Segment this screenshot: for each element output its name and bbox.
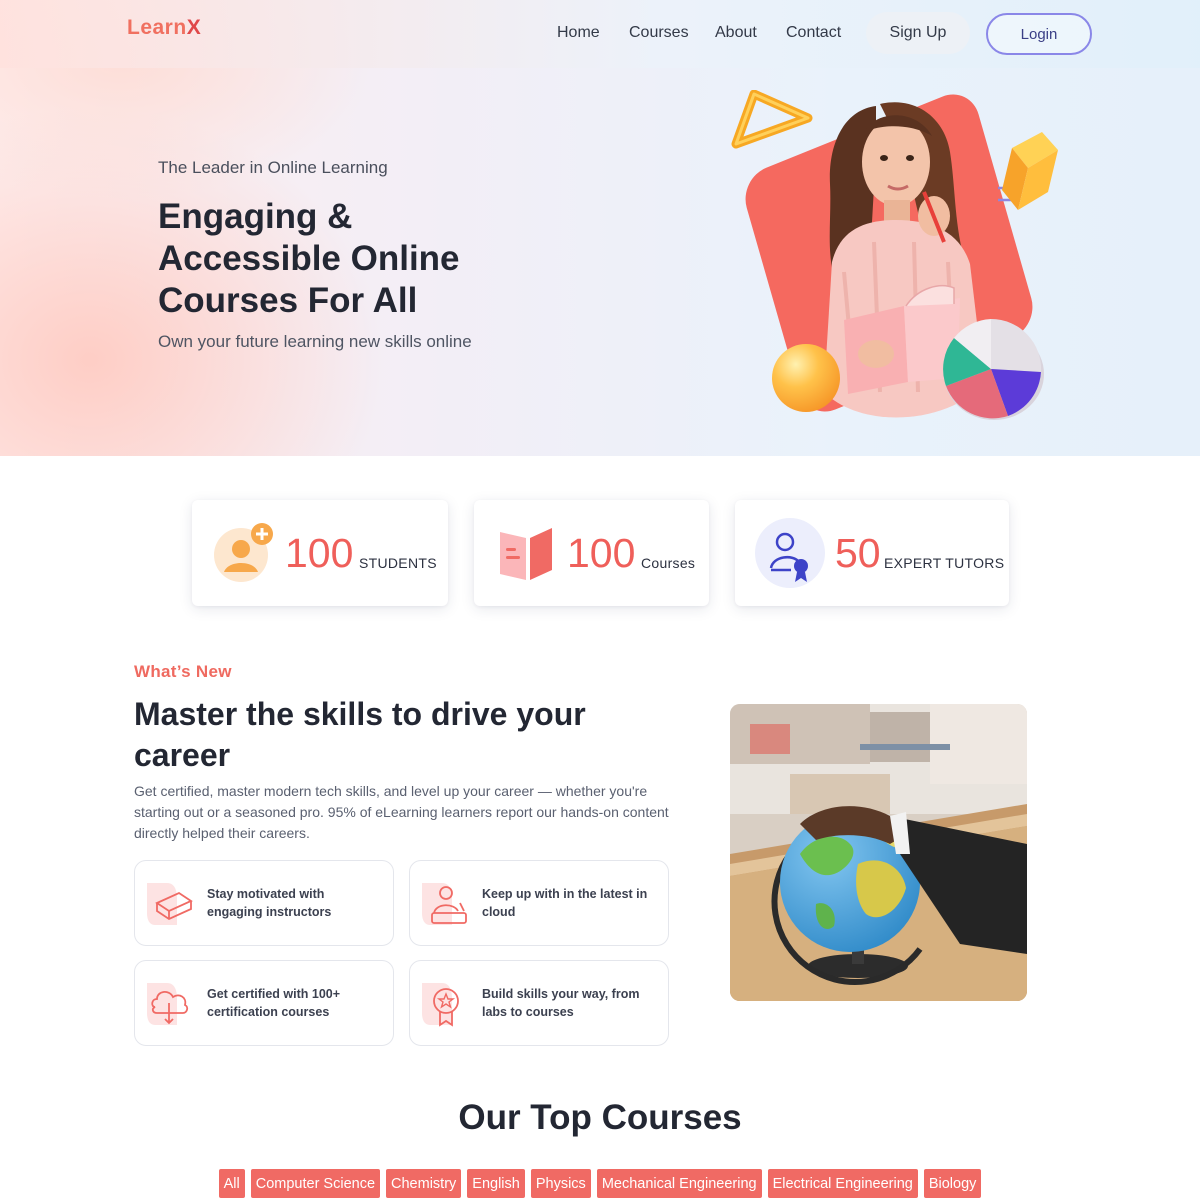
book-icon <box>500 528 552 580</box>
stat-students-label: STUDENTS <box>359 555 437 571</box>
feature-text-instructors: Stay motivated with engaging instructors <box>207 887 332 919</box>
orange-sphere-shape <box>772 344 840 412</box>
award-ribbon-icon <box>422 983 459 1027</box>
nav-home[interactable]: Home <box>557 24 600 42</box>
feature-card-certification[interactable]: Get certified with 100+ certification co… <box>134 960 394 1046</box>
whats-new-eyebrow: What’s New <box>134 662 232 681</box>
stat-tutors-label: EXPERT TUTORS <box>884 555 1005 571</box>
filter-biology[interactable]: Biology <box>923 1169 982 1198</box>
stat-courses-number: 100 <box>567 530 636 576</box>
student-add-icon <box>214 523 273 582</box>
tutor-badge-icon <box>755 518 825 588</box>
logo-accent-text: X <box>186 16 202 39</box>
filter-mechanical-engineering[interactable]: Mechanical Engineering <box>596 1169 762 1198</box>
feature-text-cloud: Keep up with in the latest in cloud <box>482 887 648 919</box>
hero-title: Engaging & Accessible Online Courses For… <box>158 197 460 320</box>
login-button[interactable]: Login <box>986 13 1092 55</box>
logo-text: Learn <box>127 16 187 39</box>
hero-illustration <box>716 85 1076 448</box>
feature-card-labs[interactable]: Build skills your way, from labs to cour… <box>409 960 669 1046</box>
nav-courses[interactable]: Courses <box>629 24 689 42</box>
nav-about[interactable]: About <box>715 24 757 42</box>
stat-courses-label: Courses <box>641 555 696 571</box>
course-filter-bar: All Computer Science Chemistry English P… <box>0 1169 1200 1198</box>
nav-contact[interactable]: Contact <box>786 24 841 42</box>
books-icon <box>147 883 193 925</box>
hero-eyebrow: The Leader in Online Learning <box>158 158 388 177</box>
whats-new-title: Master the skills to drive your career <box>134 696 586 773</box>
stat-card-tutors: 50 EXPERT TUTORS <box>735 500 1009 606</box>
filter-all[interactable]: All <box>218 1169 245 1198</box>
feature-text-labs: Build skills your way, from labs to cour… <box>482 987 640 1019</box>
feature-card-instructors[interactable]: Stay motivated with engaging instructors <box>134 860 394 946</box>
stat-students-number: 100 <box>285 530 354 576</box>
hero-section: LearnX Home Courses About Contact Sign U… <box>0 0 1200 456</box>
feature-text-certification: Get certified with 100+ certification co… <box>207 987 341 1019</box>
stat-card-students: 100 STUDENTS <box>192 500 448 606</box>
hero-subtitle: Own your future learning new skills onli… <box>158 332 472 351</box>
globe-photo-image <box>730 704 1027 1001</box>
filter-physics[interactable]: Physics <box>530 1169 591 1198</box>
stat-tutors-number: 50 <box>835 530 881 576</box>
instructor-icon <box>422 883 467 925</box>
filter-computer-science[interactable]: Computer Science <box>250 1169 381 1198</box>
whats-new-body: Get certified, master modern tech skills… <box>134 783 669 841</box>
top-courses-title: Our Top Courses <box>458 1098 742 1137</box>
globe-classroom-photo <box>730 704 1027 1001</box>
filter-english[interactable]: English <box>467 1169 525 1198</box>
filter-chemistry[interactable]: Chemistry <box>386 1169 462 1198</box>
feature-card-cloud[interactable]: Keep up with in the latest in cloud <box>409 860 669 946</box>
pie-chart-icon <box>943 318 1044 420</box>
sign-up-button[interactable]: Sign Up <box>866 12 970 54</box>
logo[interactable]: LearnX <box>127 16 201 40</box>
stat-card-courses: 100 Courses <box>474 500 709 606</box>
cloud-download-icon <box>147 983 189 1025</box>
filter-electrical-engineering[interactable]: Electrical Engineering <box>767 1169 918 1198</box>
